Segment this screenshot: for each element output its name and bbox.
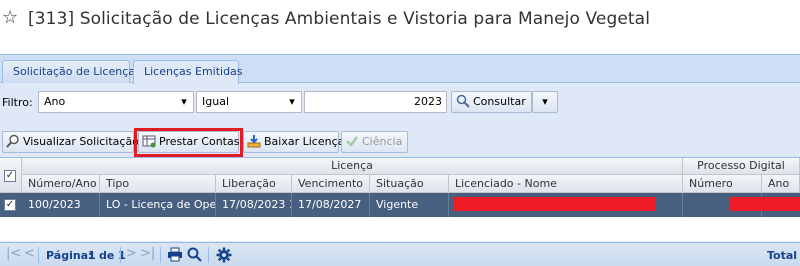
science-label: Ciência <box>362 135 403 148</box>
magnifier-icon <box>456 94 470 108</box>
download-license-button[interactable]: Baixar Licença <box>243 131 344 153</box>
magnifier-icon <box>6 134 20 148</box>
consult-button[interactable]: Consultar <box>451 91 532 113</box>
col-numero-ano[interactable]: Número/Ano <box>22 175 100 193</box>
consult-menu-button[interactable]: ▾ <box>532 91 558 113</box>
table-row[interactable]: ✓ 100/2023 LO - Licença de Oper 17/08/20… <box>0 193 800 217</box>
download-license-label: Baixar Licença <box>264 135 345 148</box>
col-situacao[interactable]: Situação <box>370 175 449 193</box>
group-header-licenca: Licença <box>22 158 683 175</box>
star-icon[interactable]: ☆ <box>2 8 18 28</box>
page-count: de 1 <box>99 249 126 262</box>
download-icon <box>247 134 261 148</box>
cell-licenciado <box>449 193 683 217</box>
pager-divider <box>160 247 161 263</box>
select-all-header: ✓ <box>0 158 22 193</box>
account-button[interactable]: Prestar Contas <box>138 131 239 153</box>
filter-field-value: Ano <box>44 95 66 108</box>
chevron-down-icon[interactable]: ▾ <box>283 92 301 112</box>
licenses-grid: ✓ Licença Processo Digital Número/Ano Ti… <box>0 157 800 241</box>
filter-operator-select[interactable]: Igual ▾ <box>196 91 302 113</box>
group-header-processo: Processo Digital <box>683 158 800 175</box>
cell-vencimento: 17/08/2027 <box>292 193 370 217</box>
col-ano[interactable]: Ano <box>762 175 800 193</box>
title-bar: ☆ [313] Solicitação de Licenças Ambienta… <box>0 0 800 40</box>
account-label: Prestar Contas <box>159 135 240 148</box>
page-number-input[interactable]: 1 <box>88 249 96 262</box>
col-tipo[interactable]: Tipo <box>100 175 216 193</box>
consult-label: Consultar <box>473 95 526 108</box>
main-panel: Solicitação de Licença Licenças Emitidas… <box>0 54 800 266</box>
prev-page-icon[interactable]: < <box>24 246 35 261</box>
view-request-label: Visualizar Solicitação <box>23 135 139 148</box>
page-title: [313] Solicitação de Licenças Ambientais… <box>28 9 651 29</box>
filter-row: Filtro: Ano ▾ Igual ▾ 2023 Consultar ▾ <box>0 91 800 115</box>
tab-licencas-emitidas[interactable]: Licenças Emitidas <box>133 60 243 84</box>
row-checkbox[interactable]: ✓ <box>4 199 16 211</box>
cell-situacao: Vigente <box>370 193 449 217</box>
col-licenciado[interactable]: Licenciado - Nome <box>449 175 683 193</box>
last-page-icon[interactable]: >| <box>140 246 155 261</box>
filter-operator-value: Igual <box>202 95 229 108</box>
select-all-checkbox[interactable]: ✓ <box>4 170 16 182</box>
pager-divider <box>38 247 39 263</box>
first-page-icon[interactable]: |< <box>6 246 21 261</box>
action-toolbar: Visualizar Solicitação Prestar Contas Ba… <box>0 131 800 155</box>
view-request-button[interactable]: Visualizar Solicitação <box>2 131 139 153</box>
pager-divider <box>208 247 209 263</box>
col-liberacao[interactable]: Liberação <box>216 175 292 193</box>
print-icon[interactable] <box>167 247 183 266</box>
search-icon[interactable] <box>187 247 202 266</box>
tab-strip: Solicitação de Licença Licenças Emitidas <box>0 55 800 84</box>
cell-liberacao: 17/08/2023 12 <box>216 193 292 217</box>
science-button[interactable]: Ciência <box>341 131 408 153</box>
chevron-down-icon[interactable]: ▾ <box>175 92 193 112</box>
pagination-bar: |< < Página: 1 de 1 > >| Total 1 <box>0 242 800 266</box>
redaction-block <box>730 197 800 211</box>
total-count: Total 1 <box>767 249 800 262</box>
gear-icon[interactable] <box>216 247 232 266</box>
filter-label: Filtro: <box>2 96 33 109</box>
tab-solicitacao[interactable]: Solicitação de Licença <box>2 60 135 83</box>
page-label: Página: <box>46 249 93 262</box>
chevron-down-icon: ▾ <box>542 95 548 108</box>
filter-value-input[interactable]: 2023 <box>304 91 447 113</box>
filter-field-select[interactable]: Ano ▾ <box>38 91 194 113</box>
pager-divider <box>120 247 121 263</box>
cell-tipo: LO - Licença de Oper <box>100 193 216 217</box>
check-icon <box>345 134 359 148</box>
spreadsheet-icon <box>142 134 156 148</box>
next-page-icon[interactable]: > <box>126 246 137 261</box>
cell-numero-ano: 100/2023 <box>22 193 100 217</box>
col-numero[interactable]: Número <box>683 175 762 193</box>
redaction-block <box>454 197 655 211</box>
col-vencimento[interactable]: Vencimento <box>292 175 370 193</box>
